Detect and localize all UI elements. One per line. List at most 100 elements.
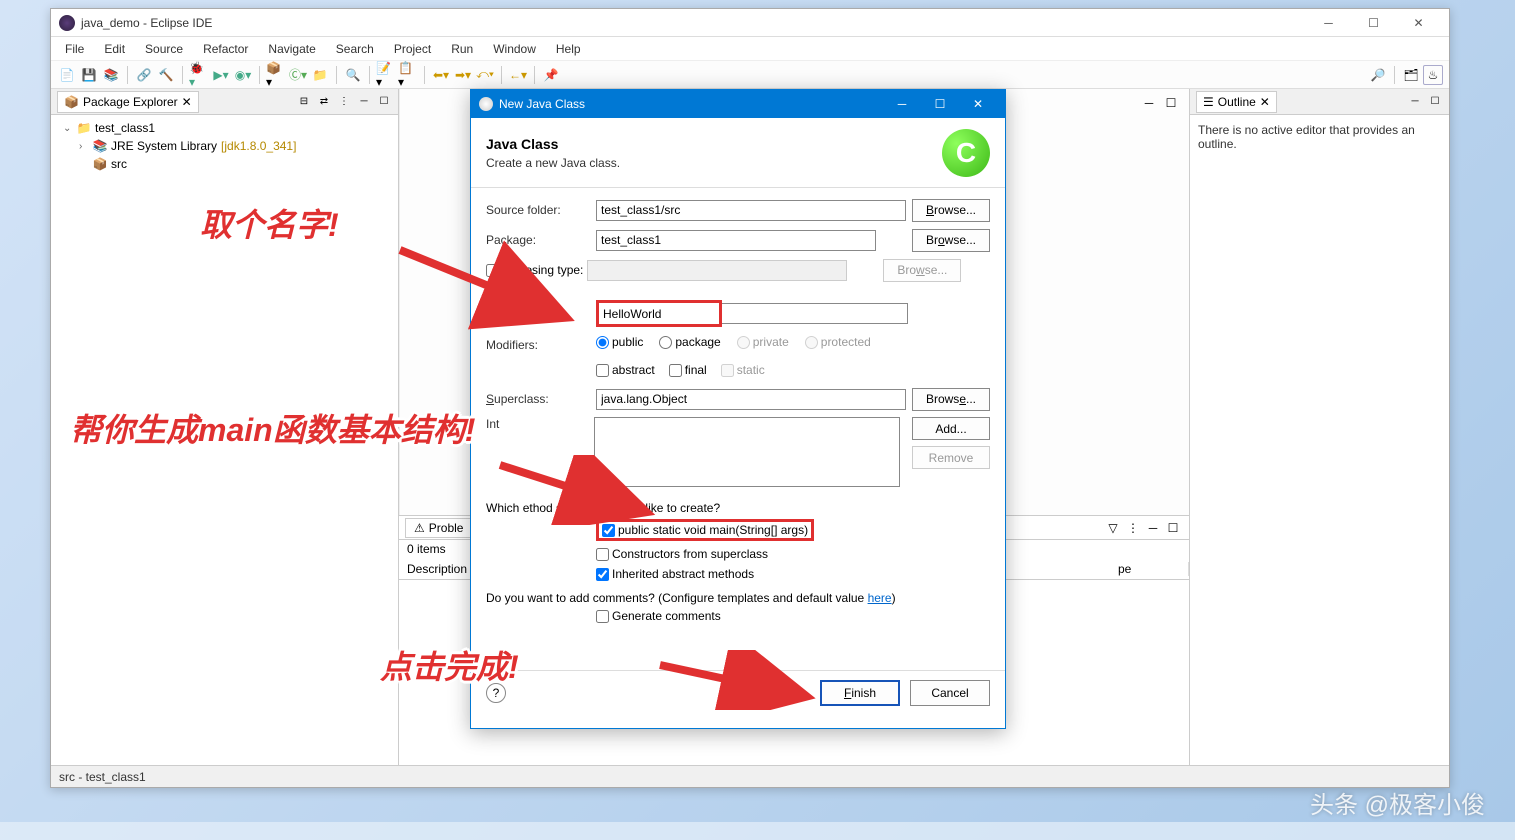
new-folder-icon[interactable]: 📁 bbox=[310, 65, 330, 85]
save-all-icon[interactable]: 📚 bbox=[101, 65, 121, 85]
collapse-all-icon[interactable]: ⊟ bbox=[296, 94, 312, 110]
cancel-button[interactable]: Cancel bbox=[910, 680, 990, 706]
browse-source-button[interactable]: BrBrowse...owse... bbox=[912, 199, 990, 222]
menu-help[interactable]: Help bbox=[546, 39, 591, 59]
enclosing-type-input bbox=[587, 260, 847, 281]
filter-icon[interactable]: ▽ bbox=[1103, 518, 1123, 538]
outline-tab[interactable]: ☰ Outline ✕ bbox=[1196, 91, 1277, 113]
view-menu-icon[interactable]: ⋮ bbox=[336, 94, 352, 110]
minimize-icon[interactable]: ─ bbox=[1143, 518, 1163, 538]
build-icon[interactable]: 🔨 bbox=[156, 65, 176, 85]
constructors-checkbox[interactable] bbox=[596, 548, 609, 561]
minimize-icon[interactable]: ─ bbox=[1407, 94, 1423, 110]
generate-comments-checkbox[interactable] bbox=[596, 610, 609, 623]
tree-src[interactable]: 📦 src bbox=[51, 155, 398, 173]
package-input[interactable] bbox=[596, 230, 876, 251]
enclosing-type-checkbox[interactable] bbox=[486, 264, 499, 277]
new-java-class-dialog: New Java Class ─ ☐ ✕ Java Class Create a… bbox=[470, 89, 1006, 729]
dialog-titlebar[interactable]: New Java Class ─ ☐ ✕ bbox=[471, 90, 1005, 118]
package-explorer-tab[interactable]: 📦 Package Explorer ✕ bbox=[57, 91, 199, 113]
run-icon[interactable]: ▶▾ bbox=[211, 65, 231, 85]
maximize-button[interactable]: ☐ bbox=[1351, 9, 1396, 37]
forward-icon[interactable]: ➡▾ bbox=[453, 65, 473, 85]
col-type[interactable]: pe bbox=[1110, 562, 1189, 576]
view-menu-icon[interactable]: ⋮ bbox=[1123, 518, 1143, 538]
minimize-icon[interactable]: ─ bbox=[356, 94, 372, 110]
project-name: test_class1 bbox=[95, 121, 155, 135]
package-explorer-panel: 📦 Package Explorer ✕ ⊟ ⇄ ⋮ ─ ☐ ⌄ bbox=[51, 89, 399, 765]
minimize-button[interactable]: ─ bbox=[1306, 9, 1351, 37]
menu-run[interactable]: Run bbox=[441, 39, 483, 59]
menu-navigate[interactable]: Navigate bbox=[258, 39, 325, 59]
finish-button[interactable]: Finish bbox=[820, 680, 900, 706]
maximize-icon[interactable]: ☐ bbox=[376, 94, 392, 110]
pin-icon[interactable]: 📌 bbox=[541, 65, 561, 85]
final-checkbox[interactable] bbox=[669, 364, 682, 377]
tree-project[interactable]: ⌄ 📁 test_class1 bbox=[51, 119, 398, 137]
nav-back-icon[interactable]: ←▾ bbox=[508, 65, 528, 85]
source-folder-input[interactable] bbox=[596, 200, 906, 221]
chevron-down-icon[interactable]: ⌄ bbox=[63, 123, 73, 134]
help-button[interactable]: ? bbox=[486, 683, 506, 703]
inherited-methods-checkbox[interactable] bbox=[596, 568, 609, 581]
chevron-right-icon[interactable]: › bbox=[79, 141, 89, 152]
maximize-icon[interactable]: ☐ bbox=[1163, 518, 1183, 538]
close-tab-icon[interactable]: ✕ bbox=[1260, 95, 1270, 109]
browse-superclass-button[interactable]: Browse... bbox=[912, 388, 990, 411]
modifier-package-radio[interactable] bbox=[659, 336, 672, 349]
dialog-banner: Java Class Create a new Java class. C bbox=[471, 118, 1005, 188]
statusbar-text: src - test_class1 bbox=[59, 770, 146, 784]
new-package-icon[interactable]: 📦▾ bbox=[266, 65, 286, 85]
tree-jre[interactable]: › 📚 JRE System Library [jdk1.8.0_341] bbox=[51, 137, 398, 155]
menu-project[interactable]: Project bbox=[384, 39, 441, 59]
dialog-minimize-button[interactable]: ─ bbox=[883, 90, 921, 118]
window-title: java_demo - Eclipse IDE bbox=[81, 16, 1306, 30]
dialog-close-button[interactable]: ✕ bbox=[959, 90, 997, 118]
annotation-icon[interactable]: 📝▾ bbox=[376, 65, 396, 85]
close-button[interactable]: ✕ bbox=[1396, 9, 1441, 37]
name-input-ext[interactable] bbox=[722, 303, 908, 324]
comments-here-link[interactable]: here bbox=[868, 591, 892, 605]
menu-refactor[interactable]: Refactor bbox=[193, 39, 258, 59]
maximize-icon[interactable]: ☐ bbox=[1427, 94, 1443, 110]
maximize-editor-icon[interactable]: ☐ bbox=[1161, 93, 1181, 113]
close-tab-icon[interactable]: ✕ bbox=[182, 95, 192, 109]
menu-window[interactable]: Window bbox=[483, 39, 546, 59]
superclass-input[interactable] bbox=[596, 389, 906, 410]
back-icon[interactable]: ⬅▾ bbox=[431, 65, 451, 85]
java-perspective-icon[interactable]: ♨ bbox=[1423, 65, 1443, 85]
task-icon[interactable]: 📋▾ bbox=[398, 65, 418, 85]
interfaces-listbox[interactable] bbox=[594, 417, 900, 487]
last-edit-icon[interactable]: ⤺▾ bbox=[475, 65, 495, 85]
interfaces-label: Int bbox=[486, 417, 594, 431]
browse-package-button[interactable]: Browse... bbox=[912, 229, 990, 252]
eclipse-icon bbox=[59, 15, 75, 31]
problems-tab[interactable]: ⚠ Proble bbox=[405, 518, 472, 538]
add-interface-button[interactable]: Add... bbox=[912, 417, 990, 440]
warning-icon: ⚠ bbox=[414, 521, 425, 535]
modifier-private-radio bbox=[737, 336, 750, 349]
perspective-icon[interactable]: 🗂 bbox=[1401, 65, 1421, 85]
menu-source[interactable]: Source bbox=[135, 39, 193, 59]
debug-icon[interactable]: 🐞▾ bbox=[189, 65, 209, 85]
new-class-icon[interactable]: Ⓒ▾ bbox=[288, 65, 308, 85]
menu-edit[interactable]: Edit bbox=[94, 39, 135, 59]
toggle-icon[interactable]: 🔗 bbox=[134, 65, 154, 85]
jre-label: JRE System Library bbox=[111, 139, 217, 153]
dialog-maximize-button[interactable]: ☐ bbox=[921, 90, 959, 118]
minimize-editor-icon[interactable]: ─ bbox=[1139, 93, 1159, 113]
link-editor-icon[interactable]: ⇄ bbox=[316, 94, 332, 110]
abstract-checkbox[interactable] bbox=[596, 364, 609, 377]
save-icon[interactable]: 💾 bbox=[79, 65, 99, 85]
menu-file[interactable]: File bbox=[55, 39, 94, 59]
coverage-icon[interactable]: ◉▾ bbox=[233, 65, 253, 85]
watermark: 头条 @极客小俊 bbox=[1310, 785, 1485, 820]
menu-search[interactable]: Search bbox=[326, 39, 384, 59]
main-method-checkbox[interactable] bbox=[602, 524, 615, 537]
quick-access-icon[interactable]: 🔎 bbox=[1368, 65, 1388, 85]
new-icon[interactable]: 📄 bbox=[57, 65, 77, 85]
search-icon[interactable]: 🔍 bbox=[343, 65, 363, 85]
name-input[interactable] bbox=[599, 303, 719, 324]
modifier-public-radio[interactable] bbox=[596, 336, 609, 349]
outline-panel: ☰ Outline ✕ ─ ☐ There is no active edito… bbox=[1189, 89, 1449, 765]
